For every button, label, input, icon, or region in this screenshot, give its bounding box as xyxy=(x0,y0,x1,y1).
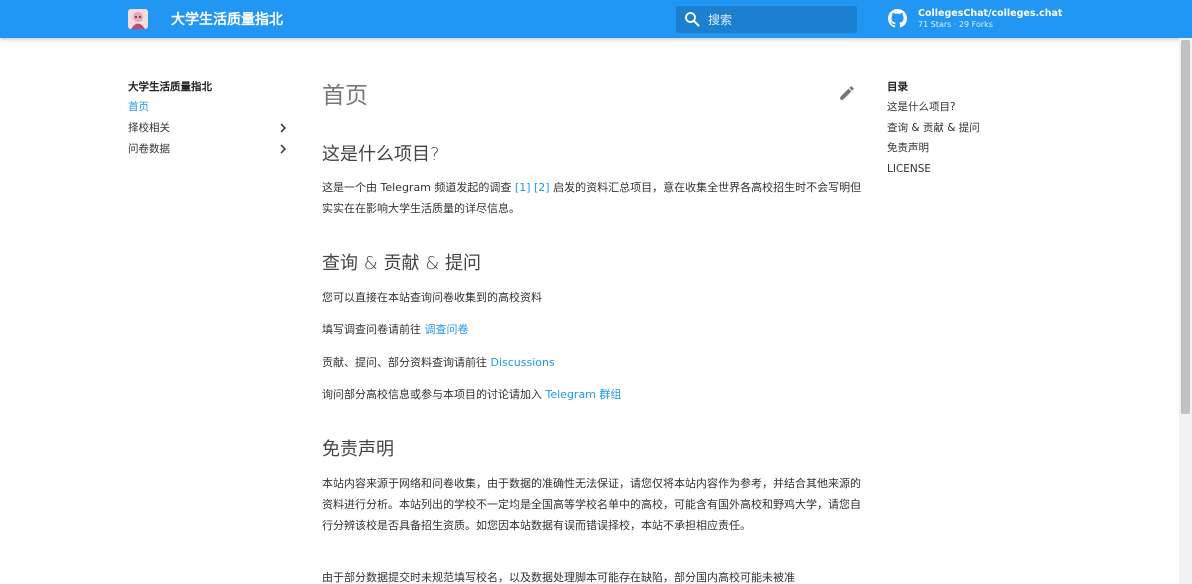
sidebar-item-label: 择校相关 xyxy=(128,122,170,134)
sidebar-item-label: 首页 xyxy=(128,101,149,113)
section-paragraph: 由于部分数据提交时未规范填写校名，以及数据处理脚本可能存在缺陷，部分国内高校可能… xyxy=(322,571,795,584)
search-icon xyxy=(685,12,700,27)
discussions-link[interactable]: Discussions xyxy=(491,356,555,369)
paragraph-text: 填写调查问卷请前往 xyxy=(322,323,425,336)
site-logo[interactable] xyxy=(128,9,148,29)
sidebar-item-survey-data[interactable]: 问卷数据 xyxy=(128,142,298,163)
site-title[interactable]: 大学生活质量指北 xyxy=(171,9,283,29)
edit-pencil-icon[interactable] xyxy=(838,84,856,102)
section-paragraph: 贡献、提问、部分资料查询请前往 Discussions xyxy=(322,352,862,373)
toc-item-query-contribute[interactable]: 查询 & 贡献 & 提问 xyxy=(887,121,1067,142)
section-paragraph: 询问部分高校信息或参与本项目的讨论请加入 Telegram 群组 xyxy=(322,384,862,405)
repo-name: CollegesChat/colleges.chat xyxy=(918,8,1063,19)
search-box[interactable] xyxy=(676,6,857,33)
repo-link[interactable]: CollegesChat/colleges.chat 71 Stars · 29… xyxy=(888,7,1088,33)
paragraph-text: 询问部分高校信息或参与本项目的讨论请加入 xyxy=(322,388,546,401)
telegram-group-link[interactable]: Telegram 群组 xyxy=(546,388,622,401)
scrollbar-thumb[interactable] xyxy=(1181,40,1190,414)
toc-item-license[interactable]: LICENSE xyxy=(887,162,1067,183)
toc-item-disclaimer[interactable]: 免责声明 xyxy=(887,141,1067,162)
section-heading-query-contribute: 查询 & 贡献 & 提问 xyxy=(322,253,481,274)
section-paragraph: 本站内容来源于网络和问卷收集，由于数据的准确性无法保证，请您仅将本站内容作为参考… xyxy=(322,477,861,532)
section-paragraph: 填写调查问卷请前往 调查问卷 xyxy=(322,319,862,340)
sidebar-title: 大学生活质量指北 xyxy=(128,81,212,93)
toc-title: 目录 xyxy=(887,81,908,93)
paragraph-text: 贡献、提问、部分资料查询请前往 xyxy=(322,356,491,369)
section-paragraph: 您可以直接在本站查询问卷收集到的高校资料 xyxy=(322,291,542,304)
chevron-right-icon xyxy=(280,123,287,133)
section-heading-disclaimer: 免责声明 xyxy=(322,439,394,460)
section-heading-what-is: 这是什么项目? xyxy=(322,144,440,165)
repo-stats: 71 Stars · 29 Forks xyxy=(918,20,993,29)
reference-link-2[interactable]: [2] xyxy=(534,181,550,194)
sidebar-item-label: 问卷数据 xyxy=(128,143,170,155)
github-icon xyxy=(888,9,907,28)
survey-link[interactable]: 调查问卷 xyxy=(425,323,469,336)
table-of-contents: 目录 这是什么项目? 查询 & 贡献 & 提问 免责声明 LICENSE xyxy=(887,80,1067,182)
paragraph-text: 这是一个由 Telegram 频道发起的调查 xyxy=(322,181,515,194)
page-title: 首页 xyxy=(322,83,368,109)
toc-item-what-is[interactable]: 这是什么项目? xyxy=(887,100,1067,121)
chevron-right-icon xyxy=(280,144,287,154)
sidebar-item-choose-school[interactable]: 择校相关 xyxy=(128,121,298,142)
top-header: 大学生活质量指北 CollegesChat/colleges.chat 71 S… xyxy=(0,0,1192,38)
search-input[interactable] xyxy=(708,10,853,30)
sidebar-nav: 大学生活质量指北 首页 择校相关 问卷数据 xyxy=(128,80,298,163)
reference-link-1[interactable]: [1] xyxy=(515,181,531,194)
section-paragraph: 这是一个由 Telegram 频道发起的调查 [1] [2] 启发的资料汇总项目… xyxy=(322,177,862,219)
sidebar-item-home[interactable]: 首页 xyxy=(128,100,298,121)
